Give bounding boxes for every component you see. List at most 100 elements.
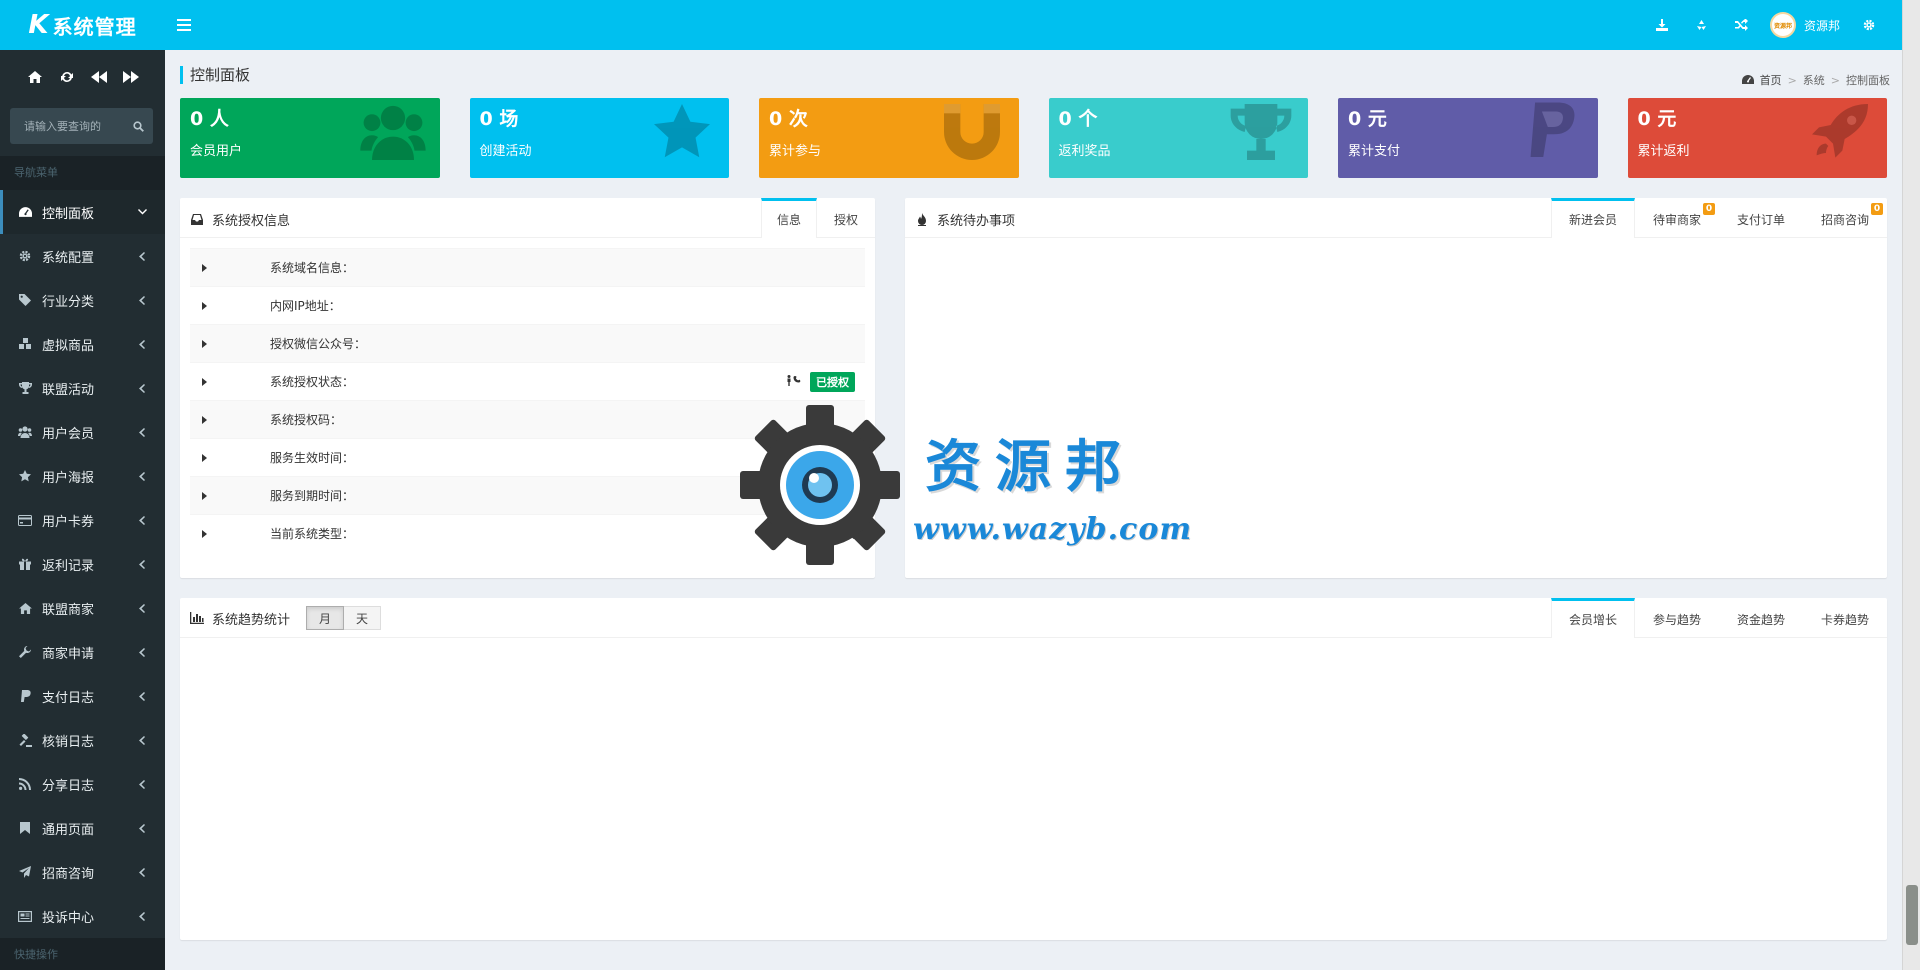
todo-tab[interactable]: 招商咨询 0	[1803, 198, 1887, 238]
main-content: 控制面板 首页 > 系统 > 控制面板 0 人会员用户 0 场创建活动 0 次累计参…	[165, 50, 1902, 970]
todo-tab[interactable]: 待审商家 0	[1635, 198, 1719, 238]
todo-tab[interactable]: 新进会员	[1551, 198, 1635, 238]
caret-right-icon[interactable]	[198, 529, 210, 538]
newspaper-icon	[18, 909, 32, 923]
table-row: 系统授权状态： 已授权	[190, 362, 865, 400]
chevron-left-icon	[137, 557, 147, 571]
chevron-left-icon	[137, 645, 147, 659]
logo[interactable]: K 系统管理	[0, 0, 165, 50]
chevron-left-icon	[137, 689, 147, 703]
sidebar-item[interactable]: 通用页面	[0, 806, 165, 850]
paypal-icon	[1516, 102, 1586, 162]
sidebar-item-label: 招商咨询	[42, 866, 95, 882]
sidebar-item-label: 用户卡券	[42, 514, 95, 530]
scrollbar-thumb[interactable]	[1906, 885, 1918, 945]
refresh-button[interactable]	[58, 68, 76, 86]
toggle-month[interactable]: 月	[306, 606, 345, 630]
trend-tab[interactable]: 资金趋势	[1719, 598, 1803, 638]
settings-button[interactable]	[1854, 0, 1884, 50]
row-label: 当前系统类型：	[270, 527, 355, 541]
stat-box[interactable]: 0 次累计参与	[759, 98, 1019, 178]
sidebar-item[interactable]: 联盟商家	[0, 586, 165, 630]
search-button[interactable]	[129, 117, 147, 135]
sidebar-item[interactable]: 控制面板	[0, 190, 165, 234]
chevron-left-icon	[137, 381, 147, 395]
sidebar-item-label: 用户会员	[42, 426, 95, 442]
person-phone-icon	[786, 374, 804, 389]
caret-right-icon[interactable]	[198, 491, 210, 500]
system-type-value: 无限	[831, 525, 855, 542]
stat-box[interactable]: 0 个返利奖品	[1048, 98, 1308, 178]
toggle-day[interactable]: 天	[344, 606, 382, 630]
rss-icon	[18, 777, 32, 791]
paypal-icon	[18, 689, 32, 703]
sidebar-item[interactable]: 投诉中心	[0, 894, 165, 938]
credit-card-icon	[18, 513, 32, 527]
sidebar-item[interactable]: 支付日志	[0, 674, 165, 718]
tab-authorize[interactable]: 授权	[817, 198, 875, 238]
sidebar-item[interactable]: 联盟活动	[0, 366, 165, 410]
stat-box[interactable]: 0 元累计返利	[1627, 98, 1887, 178]
sidebar-toggle-button[interactable]	[172, 13, 196, 37]
stat-box[interactable]: 0 人会员用户	[180, 98, 440, 178]
user-menu[interactable]: 资源邦 资源邦	[1762, 0, 1854, 50]
trend-tab[interactable]: 会员增长	[1551, 598, 1635, 638]
sidebar-item[interactable]: 招商咨询	[0, 850, 165, 894]
sidebar-item[interactable]: 返利记录	[0, 542, 165, 586]
tab-label: 支付订单	[1736, 213, 1785, 227]
trend-tab[interactable]: 卡券趋势	[1803, 598, 1887, 638]
caret-right-icon[interactable]	[198, 301, 210, 310]
rocket-icon	[1805, 102, 1875, 162]
caret-right-icon[interactable]	[198, 453, 210, 462]
sidebar-item[interactable]: 系统配置	[0, 234, 165, 278]
breadcrumb-home[interactable]: 首页	[1760, 72, 1782, 88]
stat-box[interactable]: 0 元累计支付	[1338, 98, 1598, 178]
auth-status: 已授权	[786, 371, 855, 392]
caret-right-icon[interactable]	[198, 415, 210, 424]
sidebar-item[interactable]: 核销日志	[0, 718, 165, 762]
sidebar-item-label: 投诉中心	[42, 910, 95, 926]
users-icon	[358, 102, 428, 162]
sidebar-item[interactable]: 行业分类	[0, 278, 165, 322]
chevron-left-icon	[137, 337, 147, 351]
sidebar-item-label: 虚拟商品	[42, 338, 95, 354]
sidebar-item-label: 通用页面	[42, 822, 95, 838]
chevron-left-icon	[137, 293, 147, 307]
sidebar-search-input[interactable]	[24, 119, 129, 133]
sidebar-item[interactable]: 用户会员	[0, 410, 165, 454]
panel-header: 系统授权信息 信息 授权	[180, 198, 875, 238]
trend-tabs: 会员增长 参与趋势 资金趋势 卡券趋势	[1551, 598, 1887, 638]
sidebar-item[interactable]: 虚拟商品	[0, 322, 165, 366]
avatar: 资源邦	[1769, 12, 1796, 38]
breadcrumb-system[interactable]: 系统	[1803, 72, 1825, 88]
tab-info[interactable]: 信息	[761, 198, 817, 238]
wrench-icon	[18, 645, 32, 659]
forward-button[interactable]	[122, 68, 140, 86]
sidebar: 导航菜单 控制面板系统配置行业分类虚拟商品联盟活动用户会员用户海报用户卡券返利记…	[0, 50, 165, 970]
scrollbar-track[interactable]	[1902, 0, 1920, 970]
todo-tab[interactable]: 支付订单	[1719, 198, 1803, 238]
home-button[interactable]	[26, 68, 44, 86]
back-button[interactable]	[90, 68, 108, 86]
trend-tab[interactable]: 参与趋势	[1635, 598, 1719, 638]
chevron-left-icon	[137, 601, 147, 615]
caret-right-icon[interactable]	[198, 339, 210, 348]
stat-box[interactable]: 0 场创建活动	[469, 98, 729, 178]
period-toggle: 月 天	[306, 606, 382, 630]
star-icon	[18, 469, 32, 483]
caret-right-icon[interactable]	[198, 263, 210, 272]
sidebar-item[interactable]: 用户卡券	[0, 498, 165, 542]
refresh-icon	[60, 72, 73, 82]
caret-right-icon[interactable]	[198, 377, 210, 386]
tab-count-badge: 0	[1871, 203, 1883, 215]
inbox-icon	[190, 213, 204, 227]
clear-cache-button[interactable]	[1682, 0, 1722, 50]
sidebar-item[interactable]: 分享日志	[0, 762, 165, 806]
sidebar-item[interactable]: 商家申请	[0, 630, 165, 674]
sidebar-item[interactable]: 用户海报	[0, 454, 165, 498]
trophy-icon	[1226, 102, 1296, 162]
shuffle-button[interactable]	[1722, 0, 1762, 50]
chevron-left-icon	[137, 733, 147, 747]
download-button[interactable]	[1642, 0, 1682, 50]
row-label: 服务到期时间：	[270, 489, 355, 503]
